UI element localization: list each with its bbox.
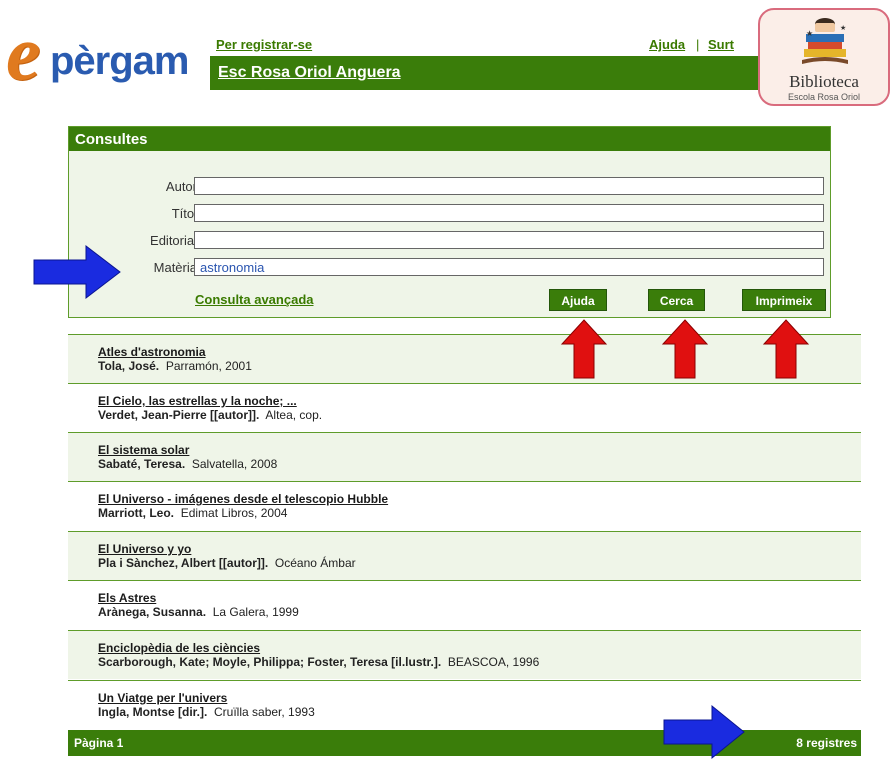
result-title-link[interactable]: El Universo y yo xyxy=(98,542,191,556)
link-separator: | xyxy=(696,37,700,52)
result-author: Tola, José. xyxy=(98,359,160,373)
result-author: Verdet, Jean-Pierre [[autor]]. xyxy=(98,408,260,422)
publisher-field[interactable] xyxy=(194,231,824,249)
result-meta: Sabaté, Teresa. Salvatella, 2008 xyxy=(98,457,277,471)
result-row: El Cielo, las estrellas y la noche; ... … xyxy=(68,383,861,432)
publisher-label: Editorial xyxy=(150,233,197,248)
badge-subtitle: Escola Rosa Oriol xyxy=(787,92,861,102)
result-row: El Universo - imágenes desde el telescop… xyxy=(68,481,861,530)
result-publisher: Edimat Libros, 2004 xyxy=(180,506,288,520)
advanced-search-link[interactable]: Consulta avançada xyxy=(195,292,314,307)
result-title-link[interactable]: Atles d'astronomia xyxy=(98,345,206,359)
page-label: Pàgina 1 xyxy=(74,736,124,750)
subject-label: Matèria xyxy=(153,260,197,275)
result-author: Sabaté, Teresa. xyxy=(98,457,186,471)
result-meta: Ingla, Montse [dir.]. Cruïlla saber, 199… xyxy=(98,705,315,719)
result-title-link[interactable]: Un Viatge per l'univers xyxy=(98,691,227,705)
subject-field[interactable]: astronomia xyxy=(194,258,824,276)
epergam-logo[interactable]: e pèrgam xyxy=(6,14,206,92)
panel-title: Consultes xyxy=(75,131,148,148)
svg-text:★: ★ xyxy=(806,29,813,38)
print-button[interactable]: Imprimeix xyxy=(742,289,826,311)
result-publisher: Parramón, 2001 xyxy=(165,359,252,373)
results-list: Atles d'astronomia Tola, José. Parramón,… xyxy=(68,334,861,758)
logo-e: e xyxy=(6,9,41,96)
blue-arrow-right-icon xyxy=(663,704,745,760)
result-publisher: La Galera, 1999 xyxy=(212,605,299,619)
exit-link[interactable]: Surt xyxy=(708,37,734,52)
svg-text:★: ★ xyxy=(840,24,846,32)
badge-title: Biblioteca xyxy=(789,72,859,91)
red-arrow-up-icon xyxy=(661,319,709,379)
result-row: Els Astres Arànega, Susanna. La Galera, … xyxy=(68,580,861,629)
search-panel: Consultes Autor Títol Editorial Matèria … xyxy=(68,126,831,318)
result-author: Ingla, Montse [dir.]. xyxy=(98,705,208,719)
result-title-link[interactable]: Enciclopèdia de les ciències xyxy=(98,641,260,655)
result-row: Enciclopèdia de les ciències Scarborough… xyxy=(68,630,861,679)
result-title-link[interactable]: El Cielo, las estrellas y la noche; ... xyxy=(98,394,297,408)
panel-header: Consultes xyxy=(69,127,830,151)
result-meta: Verdet, Jean-Pierre [[autor]]. Altea, co… xyxy=(98,408,322,422)
result-author: Marriott, Leo. xyxy=(98,506,175,520)
red-arrow-up-icon xyxy=(560,319,608,379)
result-publisher: Salvatella, 2008 xyxy=(191,457,278,471)
school-name-link[interactable]: Esc Rosa Oriol Anguera xyxy=(218,64,401,82)
result-title-link[interactable]: El Universo - imágenes desde el telescop… xyxy=(98,492,388,506)
search-button[interactable]: Cerca xyxy=(648,289,705,311)
title-field[interactable] xyxy=(194,204,824,222)
result-meta: Scarborough, Kate; Moyle, Philippa; Fost… xyxy=(98,655,539,669)
result-publisher: Altea, cop. xyxy=(265,408,323,422)
result-row: El Universo y yo Pla i Sànchez, Albert [… xyxy=(68,531,861,580)
author-field[interactable] xyxy=(194,177,824,195)
result-meta: Arànega, Susanna. La Galera, 1999 xyxy=(98,605,299,619)
red-arrow-up-icon xyxy=(762,319,810,379)
blue-arrow-right-icon xyxy=(33,244,121,300)
library-books-icon: ★ ★ xyxy=(802,18,848,64)
result-publisher: Océano Ámbar xyxy=(274,556,356,570)
register-link[interactable]: Per registrar-se xyxy=(216,37,312,52)
record-count: 8 registres xyxy=(796,736,857,750)
result-author: Arànega, Susanna. xyxy=(98,605,207,619)
author-label: Autor xyxy=(165,179,197,194)
result-title-link[interactable]: El sistema solar xyxy=(98,443,189,457)
result-meta: Tola, José. Parramón, 2001 xyxy=(98,359,252,373)
help-link[interactable]: Ajuda xyxy=(649,37,685,52)
result-title-link[interactable]: Els Astres xyxy=(98,591,156,605)
result-row: Atles d'astronomia Tola, José. Parramón,… xyxy=(68,334,861,383)
result-meta: Marriott, Leo. Edimat Libros, 2004 xyxy=(98,506,287,520)
result-author: Scarborough, Kate; Moyle, Philippa; Fost… xyxy=(98,655,442,669)
school-bar: Esc Rosa Oriol Anguera xyxy=(210,56,760,90)
result-row: El sistema solar Sabaté, Teresa. Salvate… xyxy=(68,432,861,481)
result-publisher: BEASCOA, 1996 xyxy=(447,655,540,669)
logo-word: pèrgam xyxy=(50,39,189,83)
library-badge: ★ ★ Biblioteca Escola Rosa Oriol xyxy=(758,8,890,106)
result-publisher: Cruïlla saber, 1993 xyxy=(214,705,315,719)
result-meta: Pla i Sànchez, Albert [[autor]]. Océano … xyxy=(98,556,356,570)
help-button[interactable]: Ajuda xyxy=(549,289,607,311)
result-author: Pla i Sànchez, Albert [[autor]]. xyxy=(98,556,269,570)
